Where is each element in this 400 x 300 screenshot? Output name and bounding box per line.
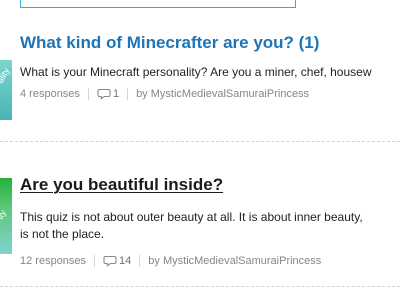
comment-icon bbox=[103, 255, 117, 267]
quiz-title-link[interactable]: What kind of Minecrafter are you? (1) bbox=[20, 33, 319, 53]
meta-separator bbox=[139, 255, 141, 267]
comment-count: 14 bbox=[119, 255, 132, 267]
responses-count: 12 responses bbox=[20, 255, 87, 267]
quiz-meta: 4 responses 1 by MysticMedievalSamuraiPr… bbox=[20, 87, 309, 101]
quiz-divider bbox=[0, 286, 400, 287]
comment-icon bbox=[97, 88, 111, 100]
quiz-description-line: This quiz is not about outer beauty at a… bbox=[20, 210, 363, 224]
quiz-description: This quiz is not about outer beauty at a… bbox=[20, 209, 363, 243]
thumbnail-caption: ality bbox=[0, 66, 12, 85]
responses-count: 4 responses bbox=[20, 88, 80, 100]
quiz-item-minecrafter[interactable]: ality What kind of Minecrafter are you? … bbox=[0, 28, 400, 133]
author-link[interactable]: by MysticMedievalSamuraiPrincess bbox=[136, 88, 309, 100]
quiz-item-beautiful-inside[interactable]: ity Are you beautiful inside? This quiz … bbox=[0, 170, 400, 290]
meta-separator bbox=[127, 88, 129, 100]
quiz-thumbnail[interactable]: ality bbox=[0, 60, 12, 120]
comment-count-link[interactable]: 14 bbox=[103, 255, 131, 267]
quiz-divider bbox=[0, 141, 400, 142]
quiz-thumbnail[interactable]: ity bbox=[0, 178, 12, 254]
quiz-title-link[interactable]: Are you beautiful inside? bbox=[20, 175, 223, 195]
meta-separator bbox=[94, 255, 96, 267]
previous-quiz-card bbox=[20, 0, 296, 8]
quiz-meta: 12 responses 14 by MysticMedievalSamurai… bbox=[20, 254, 321, 268]
quiz-description: What is your Minecraft personality? Are … bbox=[20, 65, 372, 79]
comment-count-link[interactable]: 1 bbox=[97, 88, 119, 100]
thumbnail-caption: ity bbox=[0, 208, 9, 221]
comment-count: 1 bbox=[112, 88, 120, 100]
meta-separator bbox=[87, 88, 89, 100]
quiz-description-line: is not the place. bbox=[20, 227, 105, 241]
author-link[interactable]: by MysticMedievalSamuraiPrincess bbox=[148, 255, 321, 267]
